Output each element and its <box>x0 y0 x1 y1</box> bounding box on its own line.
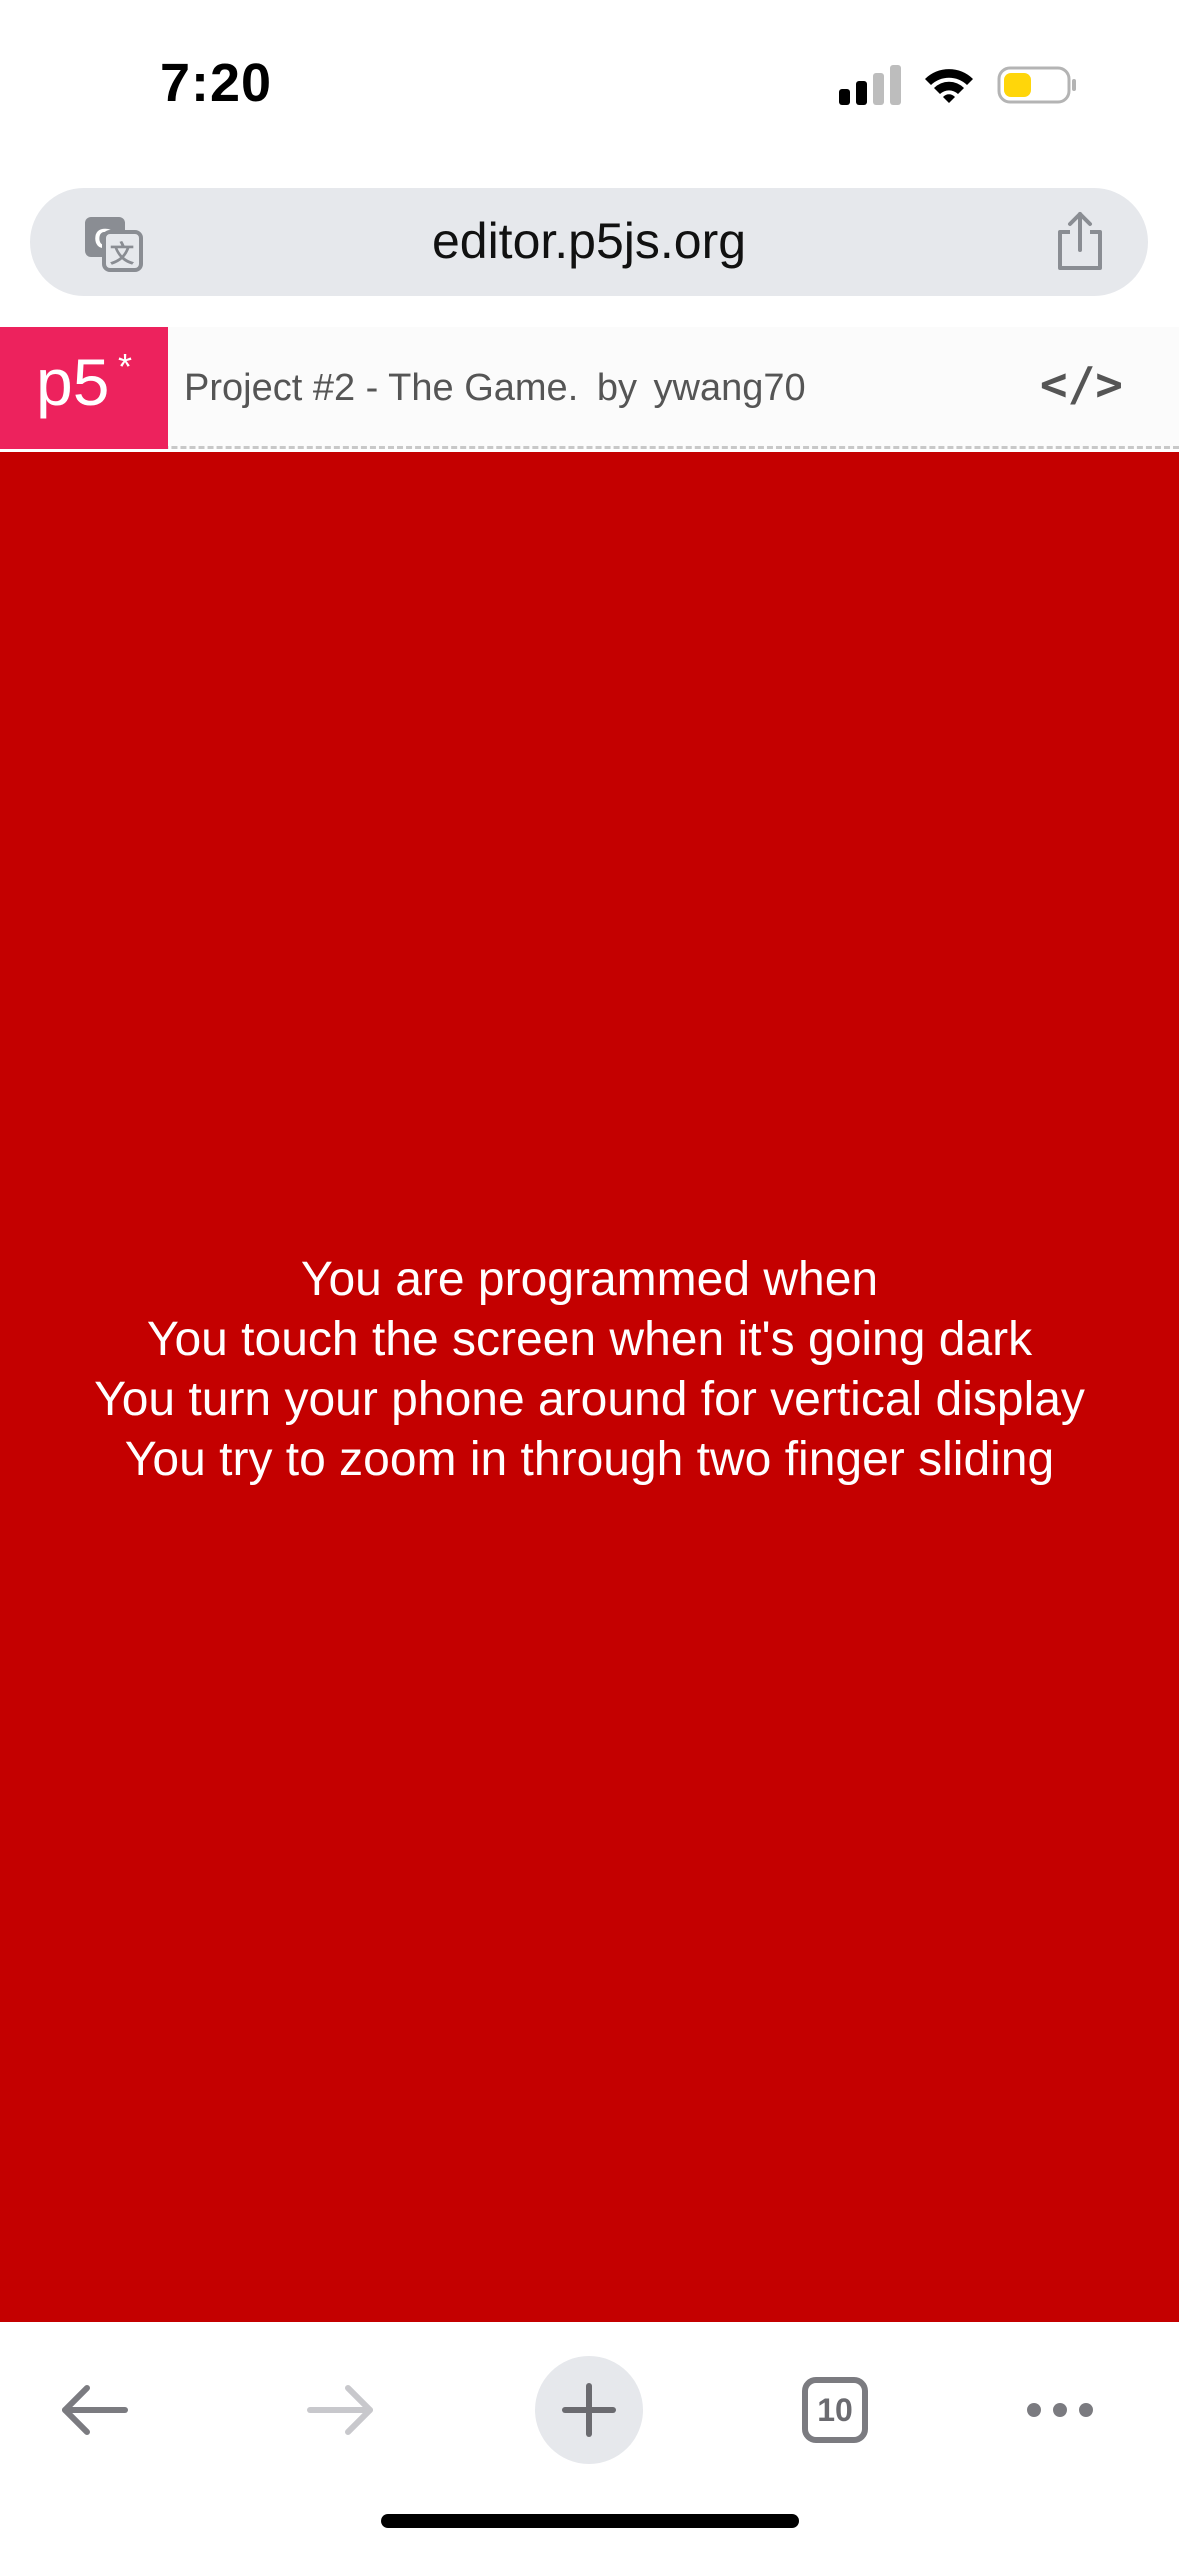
more-button[interactable] <box>1020 2360 1100 2460</box>
project-info: Project #2 - The Game. by ywang70 <box>184 367 806 410</box>
browser-screen: 7:20 G 文 <box>0 0 1179 2556</box>
forward-button[interactable] <box>295 2360 385 2460</box>
sketch-line: You are programmed when <box>300 1253 879 1306</box>
status-icons <box>839 60 1079 110</box>
p5-editor-header: p5 * Project #2 - The Game. by ywang70 <… <box>0 327 1179 449</box>
new-tab-button[interactable] <box>535 2356 643 2464</box>
back-button[interactable] <box>50 2360 140 2460</box>
sketch-line: You turn your phone around for vertical … <box>94 1373 1085 1426</box>
sketch-line: You try to zoom in through two finger sl… <box>124 1433 1055 1486</box>
p5-logo-star: * <box>118 346 133 387</box>
view-code-button[interactable]: </> <box>1040 357 1123 411</box>
sketch-line: You touch the screen when it's going dar… <box>146 1313 1033 1366</box>
arrow-right-icon <box>307 2385 373 2435</box>
p5-logo[interactable]: p5 * <box>0 327 168 449</box>
sketch-text: You are programmed when You touch the sc… <box>0 1250 1179 1490</box>
status-time: 7:20 <box>160 53 273 113</box>
sketch-canvas[interactable]: You are programmed when You touch the sc… <box>0 452 1179 2322</box>
tabs-button[interactable]: 10 <box>795 2360 875 2460</box>
more-horizontal-icon <box>1027 2403 1093 2417</box>
p5-logo-text: p5 <box>36 345 110 419</box>
share-icon[interactable] <box>1052 210 1108 274</box>
project-title[interactable]: Project #2 - The Game. <box>184 367 578 409</box>
battery-icon <box>997 66 1076 104</box>
plus-icon <box>562 2383 616 2437</box>
status-bar: 7:20 <box>0 0 1179 180</box>
cellular-signal-icon <box>839 65 901 105</box>
tab-count: 10 <box>802 2377 868 2443</box>
project-author[interactable]: ywang70 <box>654 367 806 409</box>
arrow-left-icon <box>62 2385 128 2435</box>
home-indicator[interactable] <box>381 2514 799 2528</box>
project-by-label: by <box>596 367 637 409</box>
address-bar[interactable]: G 文 editor.p5js.org <box>30 188 1148 296</box>
url-text[interactable]: editor.p5js.org <box>30 212 1148 270</box>
wifi-icon <box>925 69 973 103</box>
